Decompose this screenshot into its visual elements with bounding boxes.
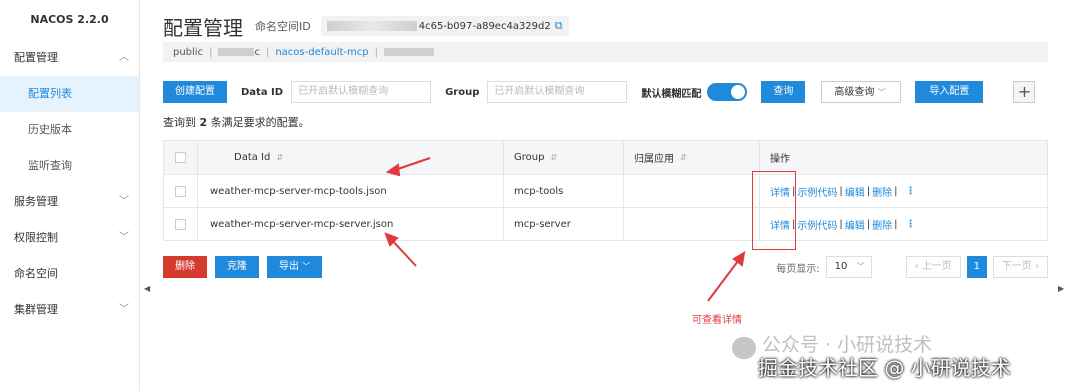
sidebar-item-listener-query[interactable]: 监听查询 [0, 148, 139, 184]
sidebar-item-label: 服务管理 [14, 195, 58, 208]
sample-code-link[interactable]: 示例代码 [797, 184, 837, 199]
edit-link[interactable]: 编辑 [845, 184, 865, 199]
row-checkbox[interactable] [175, 218, 186, 230]
sidebar-item-cluster-management[interactable]: 集群管理 ﹀ [0, 292, 139, 328]
result-summary: 查询到 2 条满足要求的配置。 [163, 116, 310, 129]
blurred-text [218, 48, 255, 56]
collapse-sidebar-icon[interactable]: ◀ [144, 284, 150, 293]
expand-panel-icon[interactable]: ▶ [1058, 284, 1064, 293]
import-config-button[interactable]: 导入配置 [915, 81, 984, 103]
cell-dataid: weather-mcp-server-mcp-server.json [198, 208, 504, 240]
chevron-up-icon: ︿ [119, 52, 129, 63]
sidebar-item-access-control[interactable]: 权限控制 ﹀ [0, 220, 139, 256]
sidebar-item-history[interactable]: 历史版本 [0, 112, 139, 148]
current-page[interactable]: 1 [966, 256, 987, 278]
namespace-id: 4c65-b097-a89ec4a329d2 ⧉ [320, 16, 569, 36]
cell-operations: 详情 | 示例代码 | 编辑 | 删除 | ⋮ [770, 217, 916, 232]
dataid-label: Data ID [241, 86, 284, 98]
namespace-bar: public | c | nacos-default-mcp | [163, 42, 1048, 62]
blurred-text [384, 48, 434, 56]
sidebar-item-namespace[interactable]: 命名空间 [0, 256, 139, 292]
header-group[interactable]: Group [514, 152, 544, 163]
sidebar-item-label: 配置管理 [14, 51, 58, 64]
annotation-text: 可查看详情 [692, 315, 742, 326]
sidebar-item-config-list[interactable]: 配置列表 [0, 76, 139, 112]
fuzzy-match-label: 默认模糊匹配 [641, 88, 702, 100]
title-row: 配置管理 命名空间ID 4c65-b097-a89ec4a329d2 ⧉ [163, 12, 569, 40]
sample-code-link[interactable]: 示例代码 [797, 217, 837, 232]
edit-link[interactable]: 编辑 [845, 217, 865, 232]
dataid-input[interactable]: 已开启默认模糊查询 [291, 81, 432, 103]
brand-logo: NACOS 2.2.0 [30, 13, 109, 26]
clone-button[interactable]: 克隆 [215, 256, 259, 278]
page-size-label: 每页显示: [776, 263, 820, 275]
cell-group: mcp-server [504, 208, 624, 240]
group-input[interactable]: 已开启默认模糊查询 [487, 81, 628, 103]
page-title: 配置管理 [163, 15, 243, 40]
chevron-right-icon: › [1031, 261, 1039, 272]
namespace-label: 命名空间ID [255, 20, 311, 33]
watermark-juejin: 掘金技术社区 @ 小研说技术 [758, 356, 1011, 380]
select-all-checkbox[interactable] [175, 152, 186, 163]
sort-icon[interactable]: ⇵ [680, 153, 687, 162]
sidebar-item-label: 集群管理 [14, 303, 58, 316]
header-operations: 操作 [770, 154, 790, 165]
blurred-text [326, 21, 417, 31]
chevron-down-icon: ﹀ [877, 88, 886, 97]
page-size-select[interactable]: 10 ﹀ [825, 256, 872, 278]
query-button[interactable]: 查询 [761, 81, 806, 103]
advanced-query-dropdown[interactable]: 高级查询 ﹀ [821, 81, 902, 103]
sort-icon[interactable]: ⇵ [550, 153, 557, 162]
fuzzy-match-toggle[interactable] [707, 83, 748, 101]
prev-page-button[interactable]: ‹ 上一页 [905, 256, 961, 278]
highlight-box [752, 171, 796, 250]
wechat-icon [732, 337, 756, 359]
chevron-down-icon: ﹀ [856, 262, 865, 271]
chevron-down-icon: ﹀ [119, 304, 129, 315]
header-dataid[interactable]: Data Id [234, 152, 270, 163]
cell-operations: 详情 | 示例代码 | 编辑 | 删除 | ⋮ [770, 184, 916, 199]
more-options-icon[interactable]: ⋮ [906, 219, 916, 230]
table-row: weather-mcp-server-mcp-tools.json mcp-to… [164, 174, 1047, 207]
batch-delete-button[interactable]: 删除 [163, 256, 207, 278]
table-row: weather-mcp-server-mcp-server.json mcp-s… [164, 207, 1047, 240]
namespace-default-mcp[interactable]: nacos-default-mcp [275, 47, 368, 58]
namespace-public[interactable]: public [173, 47, 203, 58]
delete-link[interactable]: 删除 [872, 217, 892, 232]
table-header: Data Id ⇵ Group ⇵ 归属应用 ⇵ 操作 [164, 141, 1047, 174]
toolbar: 创建配置 Data ID 已开启默认模糊查询 Group 已开启默认模糊查询 默… [163, 80, 1048, 104]
sort-icon[interactable]: ⇵ [276, 153, 283, 162]
bottom-bar: 删除 克隆 导出 ﹀ 每页显示: 10 ﹀ ‹ 上一页 1 下一页 › [163, 255, 1048, 279]
cell-dataid: weather-mcp-server-mcp-tools.json [198, 175, 504, 207]
more-options-icon[interactable]: ⋮ [906, 186, 916, 197]
plus-icon[interactable]: + [1013, 81, 1036, 103]
cell-app [624, 175, 760, 207]
create-config-button[interactable]: 创建配置 [163, 81, 227, 103]
group-label: Group [445, 86, 480, 98]
chevron-left-icon: ‹ [914, 261, 922, 272]
sidebar-item-config-management[interactable]: 配置管理 ︿ [0, 40, 139, 76]
row-checkbox[interactable] [175, 185, 186, 197]
config-table: Data Id ⇵ Group ⇵ 归属应用 ⇵ 操作 weather-mcp-… [163, 140, 1048, 241]
chevron-down-icon: ﹀ [302, 262, 311, 271]
copy-icon[interactable]: ⧉ [555, 19, 563, 33]
next-page-button[interactable]: 下一页 › [992, 256, 1048, 278]
chevron-down-icon: ﹀ [119, 196, 129, 207]
delete-link[interactable]: 删除 [872, 184, 892, 199]
header-app[interactable]: 归属应用 [634, 150, 674, 165]
sidebar-item-label: 权限控制 [14, 231, 58, 244]
cell-group: mcp-tools [504, 175, 624, 207]
sidebar: NACOS 2.2.0 配置管理 ︿ 配置列表 历史版本 监听查询 服务管理 ﹀… [0, 0, 140, 391]
export-dropdown[interactable]: 导出 ﹀ [267, 256, 323, 278]
sidebar-item-label: 命名空间 [14, 267, 58, 280]
sidebar-item-service-management[interactable]: 服务管理 ﹀ [0, 184, 139, 220]
cell-app [624, 208, 760, 240]
chevron-down-icon: ﹀ [119, 232, 129, 243]
